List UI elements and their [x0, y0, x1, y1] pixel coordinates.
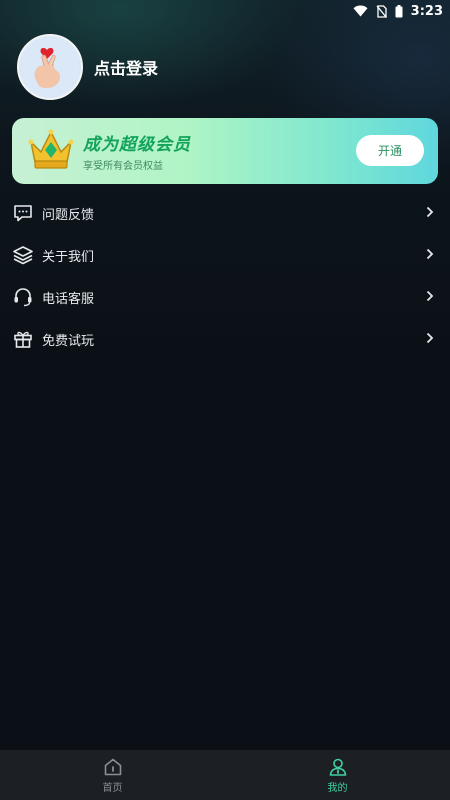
menu-item-label: 免费试玩 [42, 333, 95, 349]
gift-icon [12, 328, 34, 350]
chevron-right-icon [426, 290, 434, 302]
menu-item-label: 电话客服 [42, 291, 95, 307]
vip-banner[interactable]: 成为超级会员 享受所有会员权益 开通 [12, 118, 438, 184]
menu-item-about[interactable]: 关于我们 [0, 234, 450, 276]
menu-item-feedback[interactable]: 问题反馈 [0, 192, 450, 234]
menu-item-free-trial[interactable]: 免费试玩 [0, 318, 450, 360]
tab-profile-label: 我的 [327, 782, 348, 794]
profile-icon [329, 758, 346, 776]
bottom-navigation: 首页 我的 [0, 750, 450, 800]
vip-title: 成为超级会员 [83, 135, 191, 155]
tab-home[interactable]: 首页 [0, 750, 225, 800]
wifi-icon [353, 5, 368, 17]
vip-subtitle: 享受所有会员权益 [83, 161, 163, 172]
chevron-right-icon [426, 332, 434, 344]
chevron-right-icon [426, 248, 434, 260]
crown-icon [28, 129, 74, 169]
tab-home-label: 首页 [102, 782, 123, 794]
avatar[interactable] [17, 34, 83, 100]
tab-profile[interactable]: 我的 [225, 750, 450, 800]
status-time: 3:23 [410, 3, 443, 19]
status-bar: 3:23 [0, 0, 450, 22]
profile-header[interactable]: 点击登录 [17, 34, 158, 100]
login-link[interactable]: 点击登录 [94, 55, 158, 79]
chevron-right-icon [426, 206, 434, 218]
activate-vip-button[interactable]: 开通 [356, 135, 424, 166]
headset-icon [12, 286, 34, 308]
no-sim-icon [376, 4, 387, 18]
menu-item-label: 关于我们 [42, 249, 95, 265]
battery-icon [395, 4, 403, 17]
finger-heart-icon [21, 38, 79, 96]
menu-item-phone-support[interactable]: 电话客服 [0, 276, 450, 318]
menu-item-label: 问题反馈 [42, 207, 95, 223]
layers-icon [12, 244, 34, 266]
home-icon [104, 758, 121, 775]
feedback-icon [12, 202, 34, 224]
settings-menu: 问题反馈 关于我们 电话客服 免费试玩 [0, 192, 450, 360]
